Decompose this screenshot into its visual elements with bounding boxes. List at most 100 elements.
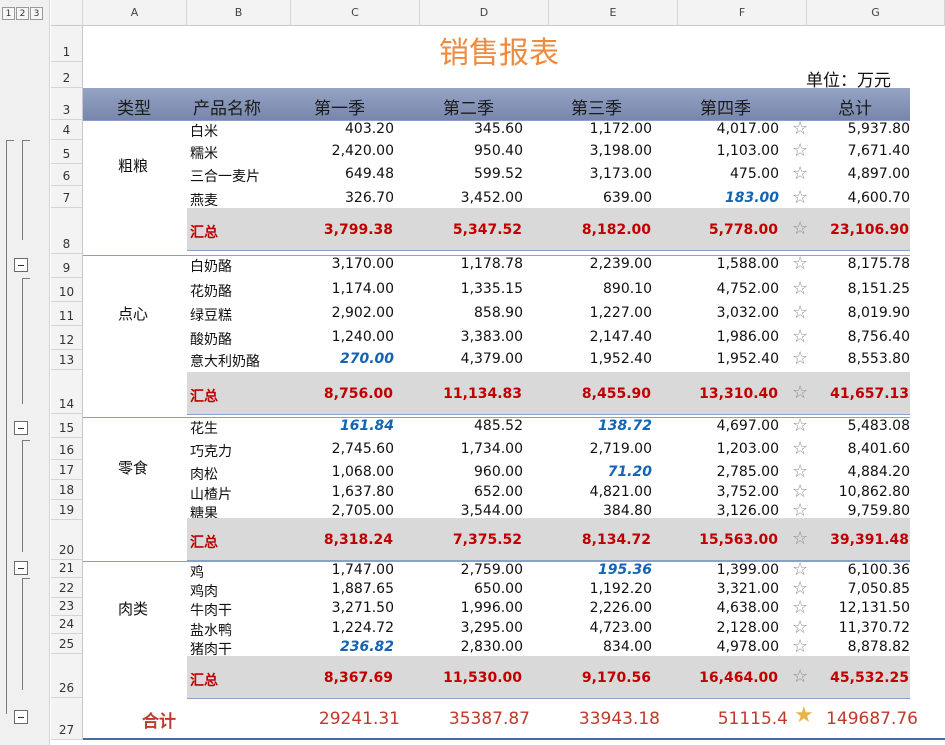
value-cell-q2[interactable]: 652.00 xyxy=(400,484,523,500)
value-cell-total[interactable]: 7,671.40 xyxy=(810,143,910,159)
value-cell-q4[interactable]: 3,032.00 xyxy=(660,305,779,321)
value-cell-total[interactable]: 4,600.70 xyxy=(810,190,910,206)
row-header-21[interactable]: 21 xyxy=(51,560,83,578)
value-cell-q3[interactable]: 4,723.00 xyxy=(530,620,652,636)
value-cell-total[interactable]: 4,897.00 xyxy=(810,166,910,182)
grand-total-q3[interactable]: 33943.18 xyxy=(530,709,660,729)
value-cell-q4[interactable]: 4,752.00 xyxy=(660,281,779,297)
row-header-10[interactable]: 10 xyxy=(51,278,83,302)
value-cell-q3[interactable]: 1,227.00 xyxy=(530,305,652,321)
value-cell-q3[interactable]: 2,239.00 xyxy=(530,256,652,272)
value-cell-q2[interactable]: 3,383.00 xyxy=(400,329,523,345)
summary-q3[interactable]: 8,182.00 xyxy=(530,222,651,238)
value-cell-total[interactable]: 8,553.80 xyxy=(810,351,910,367)
value-cell-q1[interactable]: 1,887.65 xyxy=(270,581,394,597)
value-cell-q3[interactable]: 71.20 xyxy=(530,464,652,480)
summary-q4[interactable]: 15,563.00 xyxy=(660,532,778,548)
value-cell-q3[interactable]: 834.00 xyxy=(530,639,652,655)
value-cell-q2[interactable]: 345.60 xyxy=(400,121,523,137)
summary-q1[interactable]: 8,318.24 xyxy=(270,532,393,548)
row-header-6[interactable]: 6 xyxy=(51,164,83,186)
summary-q1[interactable]: 8,756.00 xyxy=(270,386,393,402)
value-cell-q2[interactable]: 2,830.00 xyxy=(400,639,523,655)
row-header-2[interactable]: 2 xyxy=(51,62,83,88)
value-cell-total[interactable]: 5,937.80 xyxy=(810,121,910,137)
value-cell-q4[interactable]: 183.00 xyxy=(660,190,779,206)
value-cell-q3[interactable]: 3,198.00 xyxy=(530,143,652,159)
row-header-8[interactable]: 8 xyxy=(51,208,83,254)
value-cell-total[interactable]: 10,862.80 xyxy=(810,484,910,500)
value-cell-q1[interactable]: 1,224.72 xyxy=(270,620,394,636)
value-cell-q3[interactable]: 890.10 xyxy=(530,281,652,297)
summary-q4[interactable]: 5,778.00 xyxy=(660,222,778,238)
value-cell-q1[interactable]: 270.00 xyxy=(270,351,394,367)
row-header-12[interactable]: 12 xyxy=(51,326,83,350)
collapse-group4-icon[interactable] xyxy=(14,710,28,724)
row-header-13[interactable]: 13 xyxy=(51,350,83,370)
row-header-1[interactable]: 1 xyxy=(51,26,83,62)
column-header-c[interactable]: C xyxy=(291,0,420,26)
value-cell-q1[interactable]: 2,420.00 xyxy=(270,143,394,159)
value-cell-q2[interactable]: 3,544.00 xyxy=(400,503,523,519)
row-header-15[interactable]: 15 xyxy=(51,414,83,438)
select-all-corner[interactable] xyxy=(51,0,83,26)
value-cell-total[interactable]: 8,756.40 xyxy=(810,329,910,345)
value-cell-q1[interactable]: 2,705.00 xyxy=(270,503,394,519)
summary-q3[interactable]: 9,170.56 xyxy=(530,670,651,686)
row-header-3[interactable]: 3 xyxy=(51,88,83,120)
value-cell-q1[interactable]: 2,745.60 xyxy=(270,441,394,457)
value-cell-q4[interactable]: 4,638.00 xyxy=(660,600,779,616)
value-cell-q2[interactable]: 1,335.15 xyxy=(400,281,523,297)
value-cell-total[interactable]: 8,019.90 xyxy=(810,305,910,321)
value-cell-q1[interactable]: 1,068.00 xyxy=(270,464,394,480)
column-header-a[interactable]: A xyxy=(83,0,187,26)
value-cell-total[interactable]: 4,884.20 xyxy=(810,464,910,480)
row-header-9[interactable]: 9 xyxy=(51,254,83,278)
value-cell-q4[interactable]: 1,588.00 xyxy=(660,256,779,272)
value-cell-total[interactable]: 11,370.72 xyxy=(810,620,910,636)
row-header-22[interactable]: 22 xyxy=(51,578,83,598)
value-cell-q2[interactable]: 960.00 xyxy=(400,464,523,480)
outline-level-3-button[interactable]: 3 xyxy=(30,7,43,20)
value-cell-total[interactable]: 12,131.50 xyxy=(810,600,910,616)
grand-total-q2[interactable]: 35387.87 xyxy=(400,709,530,729)
value-cell-q4[interactable]: 3,752.00 xyxy=(660,484,779,500)
value-cell-q3[interactable]: 138.72 xyxy=(530,418,652,434)
value-cell-q1[interactable]: 2,902.00 xyxy=(270,305,394,321)
column-header-e[interactable]: E xyxy=(549,0,678,26)
row-header-14[interactable]: 14 xyxy=(51,370,83,414)
row-header-16[interactable]: 16 xyxy=(51,438,83,460)
value-cell-q3[interactable]: 384.80 xyxy=(530,503,652,519)
value-cell-total[interactable]: 6,100.36 xyxy=(810,562,910,578)
value-cell-q4[interactable]: 2,128.00 xyxy=(660,620,779,636)
row-header-26[interactable]: 26 xyxy=(51,654,83,698)
summary-q2[interactable]: 11,134.83 xyxy=(400,386,522,402)
collapse-group3-icon[interactable] xyxy=(14,561,28,575)
value-cell-q2[interactable]: 650.00 xyxy=(400,581,523,597)
summary-q3[interactable]: 8,134.72 xyxy=(530,532,651,548)
value-cell-q3[interactable]: 2,226.00 xyxy=(530,600,652,616)
value-cell-q2[interactable]: 1,178.78 xyxy=(400,256,523,272)
summary-q2[interactable]: 5,347.52 xyxy=(400,222,522,238)
row-header-20[interactable]: 20 xyxy=(51,520,83,560)
summary-q1[interactable]: 8,367.69 xyxy=(270,670,393,686)
grand-total-total[interactable]: 149687.76 xyxy=(810,709,918,729)
value-cell-q2[interactable]: 2,759.00 xyxy=(400,562,523,578)
summary-q1[interactable]: 3,799.38 xyxy=(270,222,393,238)
summary-q2[interactable]: 11,530.00 xyxy=(400,670,522,686)
row-header-7[interactable]: 7 xyxy=(51,186,83,208)
value-cell-q2[interactable]: 1,734.00 xyxy=(400,441,523,457)
value-cell-q2[interactable]: 599.52 xyxy=(400,166,523,182)
column-header-g[interactable]: G xyxy=(807,0,945,26)
grand-total-q4[interactable]: 51115.4 xyxy=(660,709,788,729)
row-header-25[interactable]: 25 xyxy=(51,634,83,654)
row-header-19[interactable]: 19 xyxy=(51,500,83,520)
value-cell-total[interactable]: 9,759.80 xyxy=(810,503,910,519)
value-cell-total[interactable]: 8,151.25 xyxy=(810,281,910,297)
value-cell-q3[interactable]: 1,172.00 xyxy=(530,121,652,137)
value-cell-q3[interactable]: 2,147.40 xyxy=(530,329,652,345)
collapse-group2-icon[interactable] xyxy=(14,421,28,435)
value-cell-q4[interactable]: 1,986.00 xyxy=(660,329,779,345)
value-cell-q4[interactable]: 4,697.00 xyxy=(660,418,779,434)
value-cell-q1[interactable]: 1,240.00 xyxy=(270,329,394,345)
